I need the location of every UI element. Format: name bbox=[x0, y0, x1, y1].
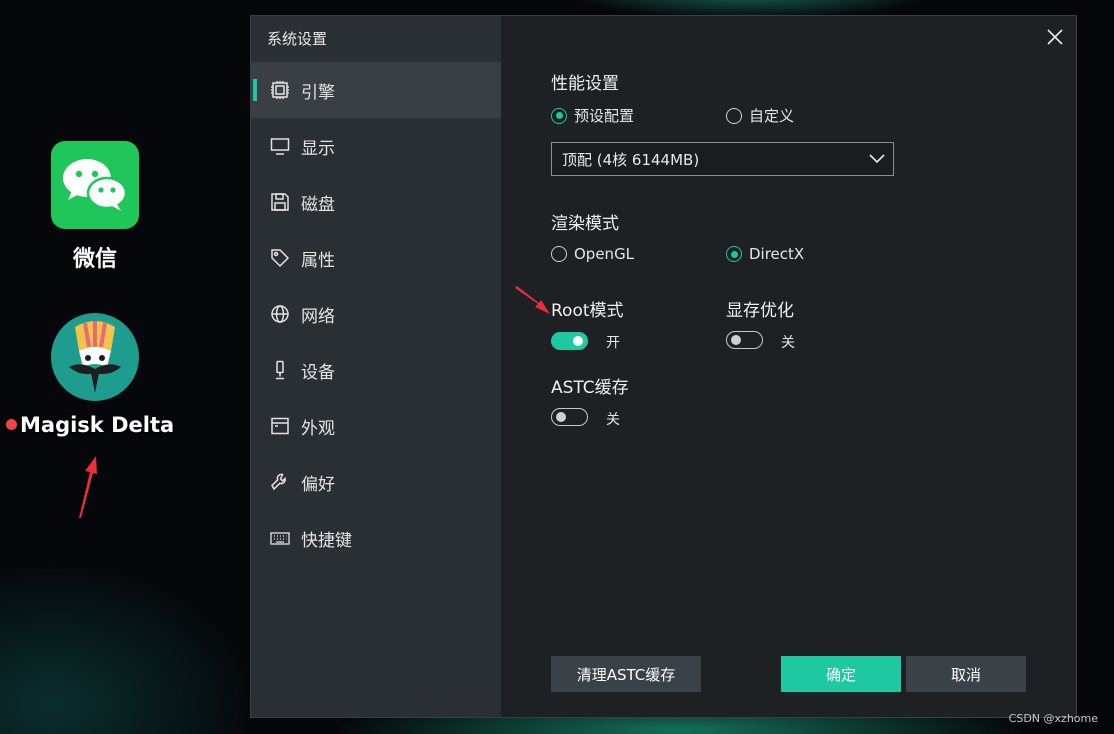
render-mode-label: 渲染模式 bbox=[551, 214, 619, 234]
nav-item-label: 网络 bbox=[301, 306, 335, 327]
settings-dialog: 系统设置 引擎 显示 磁盘 属性 网络 设备 外观 偏好 快捷键 性能设置 预设… bbox=[250, 15, 1077, 718]
nav-item-appearance[interactable]: 外观 bbox=[251, 398, 501, 454]
radio-opengl[interactable]: OpenGL bbox=[551, 245, 634, 263]
radio-label: 自定义 bbox=[749, 107, 795, 125]
nav-item-properties[interactable]: 属性 bbox=[251, 230, 501, 286]
nav-item-shortcuts[interactable]: 快捷键 bbox=[251, 510, 501, 566]
radio-circle bbox=[726, 107, 742, 124]
device-icon bbox=[269, 359, 291, 381]
preset-select[interactable]: 顶配 (4核 6144MB) bbox=[551, 142, 894, 176]
chip-icon bbox=[269, 79, 291, 101]
monitor-icon bbox=[269, 135, 291, 157]
vram-opt-toggle[interactable] bbox=[726, 331, 763, 349]
tag-icon bbox=[269, 247, 291, 269]
magisk-icon bbox=[51, 313, 139, 401]
nav-item-device[interactable]: 设备 bbox=[251, 342, 501, 398]
performance-label: 性能设置 bbox=[551, 74, 619, 94]
chevron-down-icon bbox=[869, 154, 885, 164]
wrench-icon bbox=[269, 471, 291, 493]
notification-dot bbox=[6, 419, 17, 430]
nav-item-display[interactable]: 显示 bbox=[251, 118, 501, 174]
clear-astc-cache-button[interactable]: 清理ASTC缓存 bbox=[551, 656, 701, 692]
desktop-app-label: Magisk Delta bbox=[20, 413, 175, 437]
toggle-knob bbox=[573, 336, 583, 346]
root-mode-label: Root模式 bbox=[551, 301, 624, 321]
settings-sidebar: 系统设置 引擎 显示 磁盘 属性 网络 设备 外观 偏好 快捷键 bbox=[251, 16, 501, 717]
desktop-app-magisk[interactable]: Magisk Delta bbox=[20, 313, 175, 437]
nav-item-label: 属性 bbox=[301, 250, 335, 271]
vram-opt-label: 显存优化 bbox=[726, 301, 794, 321]
nav-item-disk[interactable]: 磁盘 bbox=[251, 174, 501, 230]
nav-item-label: 磁盘 bbox=[301, 194, 335, 215]
annotation-arrow-icon bbox=[79, 456, 97, 518]
toggle-knob bbox=[731, 335, 741, 345]
astc-cache-label: ASTC缓存 bbox=[551, 378, 629, 398]
nav-item-label: 显示 bbox=[301, 138, 335, 159]
vram-opt-state: 关 bbox=[781, 335, 795, 351]
preset-select-value: 顶配 (4核 6144MB) bbox=[562, 150, 700, 169]
root-mode-toggle[interactable] bbox=[551, 332, 588, 350]
radio-preset[interactable]: 预设配置 bbox=[551, 105, 634, 126]
toggle-knob bbox=[556, 412, 566, 422]
radio-circle bbox=[726, 246, 742, 262]
desktop-glow bbox=[0, 560, 260, 734]
radio-custom[interactable]: 自定义 bbox=[726, 105, 794, 126]
nav-item-preferences[interactable]: 偏好 bbox=[251, 454, 501, 510]
desktop-app-label: 微信 bbox=[72, 247, 117, 272]
radio-label: DirectX bbox=[749, 245, 805, 263]
nav-item-label: 偏好 bbox=[301, 474, 335, 495]
nav-item-label: 快捷键 bbox=[301, 530, 352, 551]
nav-item-label: 设备 bbox=[301, 362, 335, 383]
annotation-arrow-icon bbox=[515, 286, 550, 314]
watermark: CSDN @xzhome bbox=[1008, 712, 1098, 725]
astc-cache-toggle[interactable] bbox=[551, 408, 588, 426]
ok-button[interactable]: 确定 bbox=[781, 656, 901, 692]
radio-label: 预设配置 bbox=[574, 107, 635, 125]
nav-item-network[interactable]: 网络 bbox=[251, 286, 501, 342]
root-mode-state: 开 bbox=[606, 335, 620, 351]
keyboard-icon bbox=[269, 527, 291, 549]
settings-nav: 引擎 显示 磁盘 属性 网络 设备 外观 偏好 快捷键 bbox=[251, 62, 501, 566]
desktop-app-wechat[interactable]: 微信 bbox=[20, 141, 170, 273]
radio-label: OpenGL bbox=[574, 245, 635, 263]
disk-icon bbox=[269, 191, 291, 213]
window-icon bbox=[269, 415, 291, 437]
astc-cache-state: 关 bbox=[606, 412, 620, 428]
wechat-icon bbox=[51, 141, 139, 229]
nav-item-engine[interactable]: 引擎 bbox=[251, 62, 501, 118]
nav-item-label: 引擎 bbox=[301, 82, 335, 103]
radio-circle bbox=[551, 107, 567, 124]
dialog-title: 系统设置 bbox=[267, 30, 328, 48]
settings-content: 性能设置 预设配置 自定义 顶配 (4核 6144MB) 渲染模式 OpenGL… bbox=[551, 16, 1076, 717]
nav-item-label: 外观 bbox=[301, 418, 335, 439]
cancel-button[interactable]: 取消 bbox=[906, 656, 1026, 692]
radio-directx[interactable]: DirectX bbox=[726, 245, 804, 263]
radio-circle bbox=[551, 246, 567, 262]
globe-icon bbox=[269, 303, 291, 325]
